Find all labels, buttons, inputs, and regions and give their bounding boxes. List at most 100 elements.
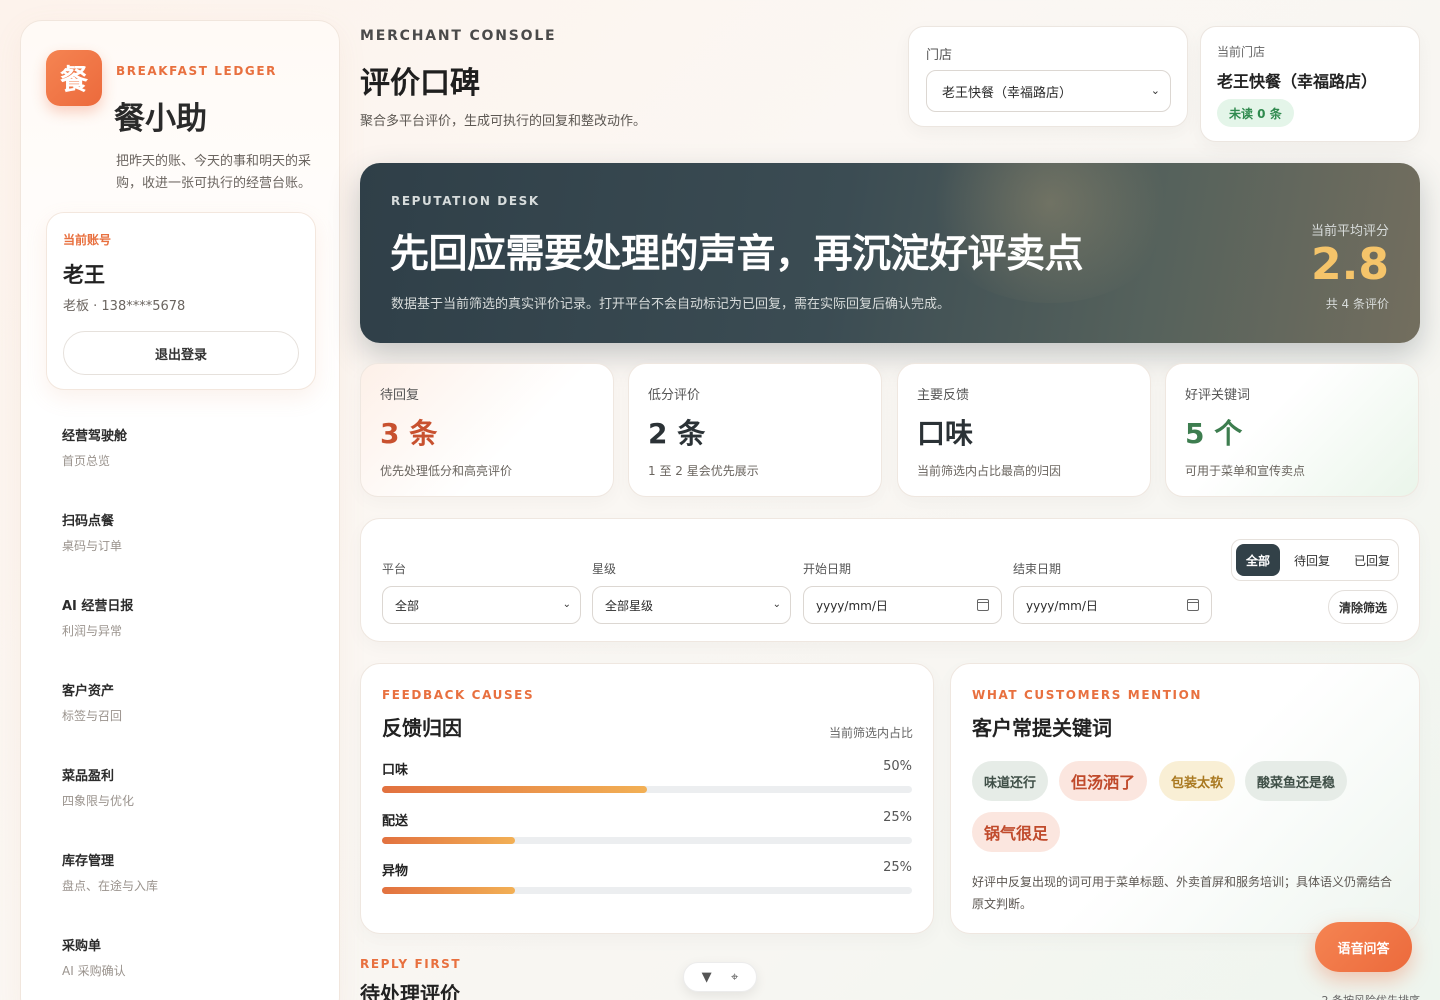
logout-button[interactable]: 退出登录: [63, 331, 299, 375]
account-label: 当前账号: [63, 233, 112, 247]
review-count: 共 4 条评价: [1325, 297, 1389, 311]
sidebar-item-qr-ordering[interactable]: 扫码点餐 桌码与订单: [62, 510, 302, 570]
segment-pending[interactable]: 待回复: [1284, 544, 1340, 576]
current-store-card: 当前门店 老王快餐（幸福路店） 未读 0 条: [1200, 26, 1420, 142]
header-eyebrow: MERCHANT CONSOLE: [360, 28, 557, 44]
platform-select[interactable]: 全部 ⌄: [382, 586, 581, 624]
unread-badge: 未读 0 条: [1217, 99, 1294, 127]
cause-name: 配送: [382, 814, 409, 829]
cause-percent: 25%: [883, 860, 912, 875]
start-date-placeholder: yyyy/mm/日: [816, 598, 888, 613]
chevron-down-icon: ⌄: [562, 599, 571, 610]
sidebar-item-inventory[interactable]: 库存管理 盘点、在途与入库: [62, 850, 302, 910]
sidebar-item-subtitle: 四象限与优化: [62, 794, 135, 808]
stat-label: 待回复: [380, 388, 420, 403]
reply-note: 2 条按风险优先排序: [1322, 992, 1421, 1000]
brand-name: 餐小助: [114, 101, 207, 137]
cause-bar-track: [382, 837, 912, 844]
current-store-label: 当前门店: [1217, 45, 1266, 59]
hero-eyebrow: REPUTATION DESK: [391, 194, 540, 208]
clear-filters-button[interactable]: 清除筛选: [1328, 590, 1398, 624]
store-select-value: 老王快餐（幸福路店）: [942, 85, 1073, 101]
cause-bar-track: [382, 887, 912, 894]
stat-label: 好评关键词: [1185, 388, 1251, 403]
sidebar-item-customers[interactable]: 客户资产 标签与召回: [62, 680, 302, 740]
vue-icon[interactable]: ▼: [702, 970, 712, 985]
reputation-hero: REPUTATION DESK 先回应需要处理的声音，再沉淀好评卖点 数据基于当…: [360, 163, 1420, 343]
end-date-label: 结束日期: [1013, 562, 1062, 576]
average-score: 2.8: [1311, 239, 1389, 290]
sidebar: 餐 BREAKFAST LEDGER 餐小助 把昨天的账、今天的事和明天的采购，…: [20, 20, 340, 1000]
cause-bar-fill: [382, 837, 515, 844]
hero-description: 数据基于当前筛选的真实评价记录。打开平台不会自动标记为已回复，需在实际回复后确认…: [391, 297, 951, 312]
stat-value: 口味: [917, 417, 974, 450]
calendar-icon[interactable]: [1187, 599, 1199, 611]
voice-qa-button[interactable]: 语音问答: [1315, 922, 1412, 972]
sidebar-item-subtitle: 盘点、在途与入库: [62, 879, 159, 893]
cause-row: 异物 25%: [382, 860, 912, 900]
stat-value: 5 个: [1185, 417, 1243, 450]
stat-card-low-rating: 低分评价 2 条 1 至 2 星会优先展示: [628, 363, 882, 497]
platform-select-value: 全部: [395, 598, 420, 613]
platform-label: 平台: [382, 562, 407, 576]
cause-name: 异物: [382, 864, 409, 879]
store-selector-card: 门店 老王快餐（幸福路店） ⌄: [908, 26, 1188, 127]
start-date-label: 开始日期: [803, 562, 852, 576]
keyword-chip: 但汤洒了: [1059, 761, 1148, 801]
segment-replied[interactable]: 已回复: [1344, 544, 1400, 576]
rating-select-value: 全部星级: [605, 598, 654, 613]
target-icon[interactable]: ⌖: [731, 970, 738, 985]
stat-label: 低分评价: [648, 388, 701, 403]
sidebar-item-subtitle: 桌码与订单: [62, 539, 123, 553]
keywords-panel: WHAT CUSTOMERS MENTION 客户常提关键词 味道还行 但汤洒了…: [950, 663, 1420, 934]
sidebar-item-dashboard[interactable]: 经营驾驶舱 首页总览: [62, 425, 302, 485]
sidebar-item-title: 经营驾驶舱: [62, 429, 128, 444]
cause-row: 口味 50%: [382, 759, 912, 799]
sidebar-item-title: 客户资产: [62, 684, 115, 699]
page-title: 评价口碑: [360, 66, 480, 101]
keywords-eyebrow: WHAT CUSTOMERS MENTION: [972, 688, 1203, 702]
sidebar-item-ai-daily-report[interactable]: AI 经营日报 利润与异常: [62, 595, 302, 655]
devtools-toolbar: ▼ ⌖: [683, 962, 757, 992]
brand-description: 把昨天的账、今天的事和明天的采购，收进一张可执行的经营台账。: [116, 154, 312, 191]
stat-hint: 优先处理低分和高亮评价: [380, 464, 513, 478]
stat-card-pending-reply: 待回复 3 条 优先处理低分和高亮评价: [360, 363, 614, 497]
calendar-icon[interactable]: [977, 599, 989, 611]
sidebar-item-title: AI 经营日报: [62, 599, 134, 614]
keyword-chip: 包装太软: [1159, 761, 1236, 801]
end-date-input[interactable]: yyyy/mm/日: [1013, 586, 1212, 624]
stat-hint: 1 至 2 星会优先展示: [648, 464, 759, 478]
segment-all[interactable]: 全部: [1236, 544, 1281, 576]
rating-select[interactable]: 全部星级 ⌄: [592, 586, 791, 624]
reply-eyebrow: REPLY FIRST: [360, 957, 462, 971]
causes-eyebrow: FEEDBACK CAUSES: [382, 688, 535, 702]
sidebar-item-subtitle: 首页总览: [62, 454, 111, 468]
sidebar-item-purchase-orders[interactable]: 采购单 AI 采购确认: [62, 935, 302, 995]
start-date-input[interactable]: yyyy/mm/日: [803, 586, 1002, 624]
filter-card: 平台 全部 ⌄ 星级 全部星级 ⌄ 开始日期 yyyy/mm/日 结束日期 yy…: [360, 518, 1420, 642]
reply-title: 待处理评价: [360, 982, 460, 1000]
brand-logo: 餐: [46, 50, 102, 106]
keyword-chip: 味道还行: [972, 761, 1049, 801]
keywords-note: 好评中反复出现的词可用于菜单标题、外卖首屏和服务培训；具体语义仍需结合原文判断。: [972, 875, 1393, 911]
cause-percent: 25%: [883, 810, 912, 825]
sidebar-item-title: 扫码点餐: [62, 514, 115, 529]
keyword-chip: 锅气很足: [972, 812, 1061, 852]
cause-bar-fill: [382, 786, 647, 793]
keywords-title: 客户常提关键词: [972, 716, 1112, 740]
cause-bar-fill: [382, 887, 515, 894]
account-meta: 老板 · 138****5678: [63, 299, 186, 314]
cause-percent: 50%: [883, 759, 912, 774]
sidebar-item-dish-profit[interactable]: 菜品盈利 四象限与优化: [62, 765, 302, 825]
end-date-placeholder: yyyy/mm/日: [1026, 598, 1098, 613]
account-name: 老王: [63, 263, 105, 287]
hero-title: 先回应需要处理的声音，再沉淀好评卖点: [390, 232, 1084, 277]
store-select[interactable]: 老王快餐（幸福路店） ⌄: [926, 70, 1171, 112]
chevron-down-icon: ⌄: [772, 599, 781, 610]
stat-card-main-feedback: 主要反馈 口味 当前筛选内占比最高的归因: [897, 363, 1151, 497]
brand-eyebrow: BREAKFAST LEDGER: [116, 64, 277, 78]
stat-label: 主要反馈: [917, 388, 970, 403]
stat-card-positive-keywords: 好评关键词 5 个 可用于菜单和宣传卖点: [1165, 363, 1419, 497]
causes-title: 反馈归因: [382, 716, 462, 740]
stat-hint: 可用于菜单和宣传卖点: [1185, 464, 1306, 478]
